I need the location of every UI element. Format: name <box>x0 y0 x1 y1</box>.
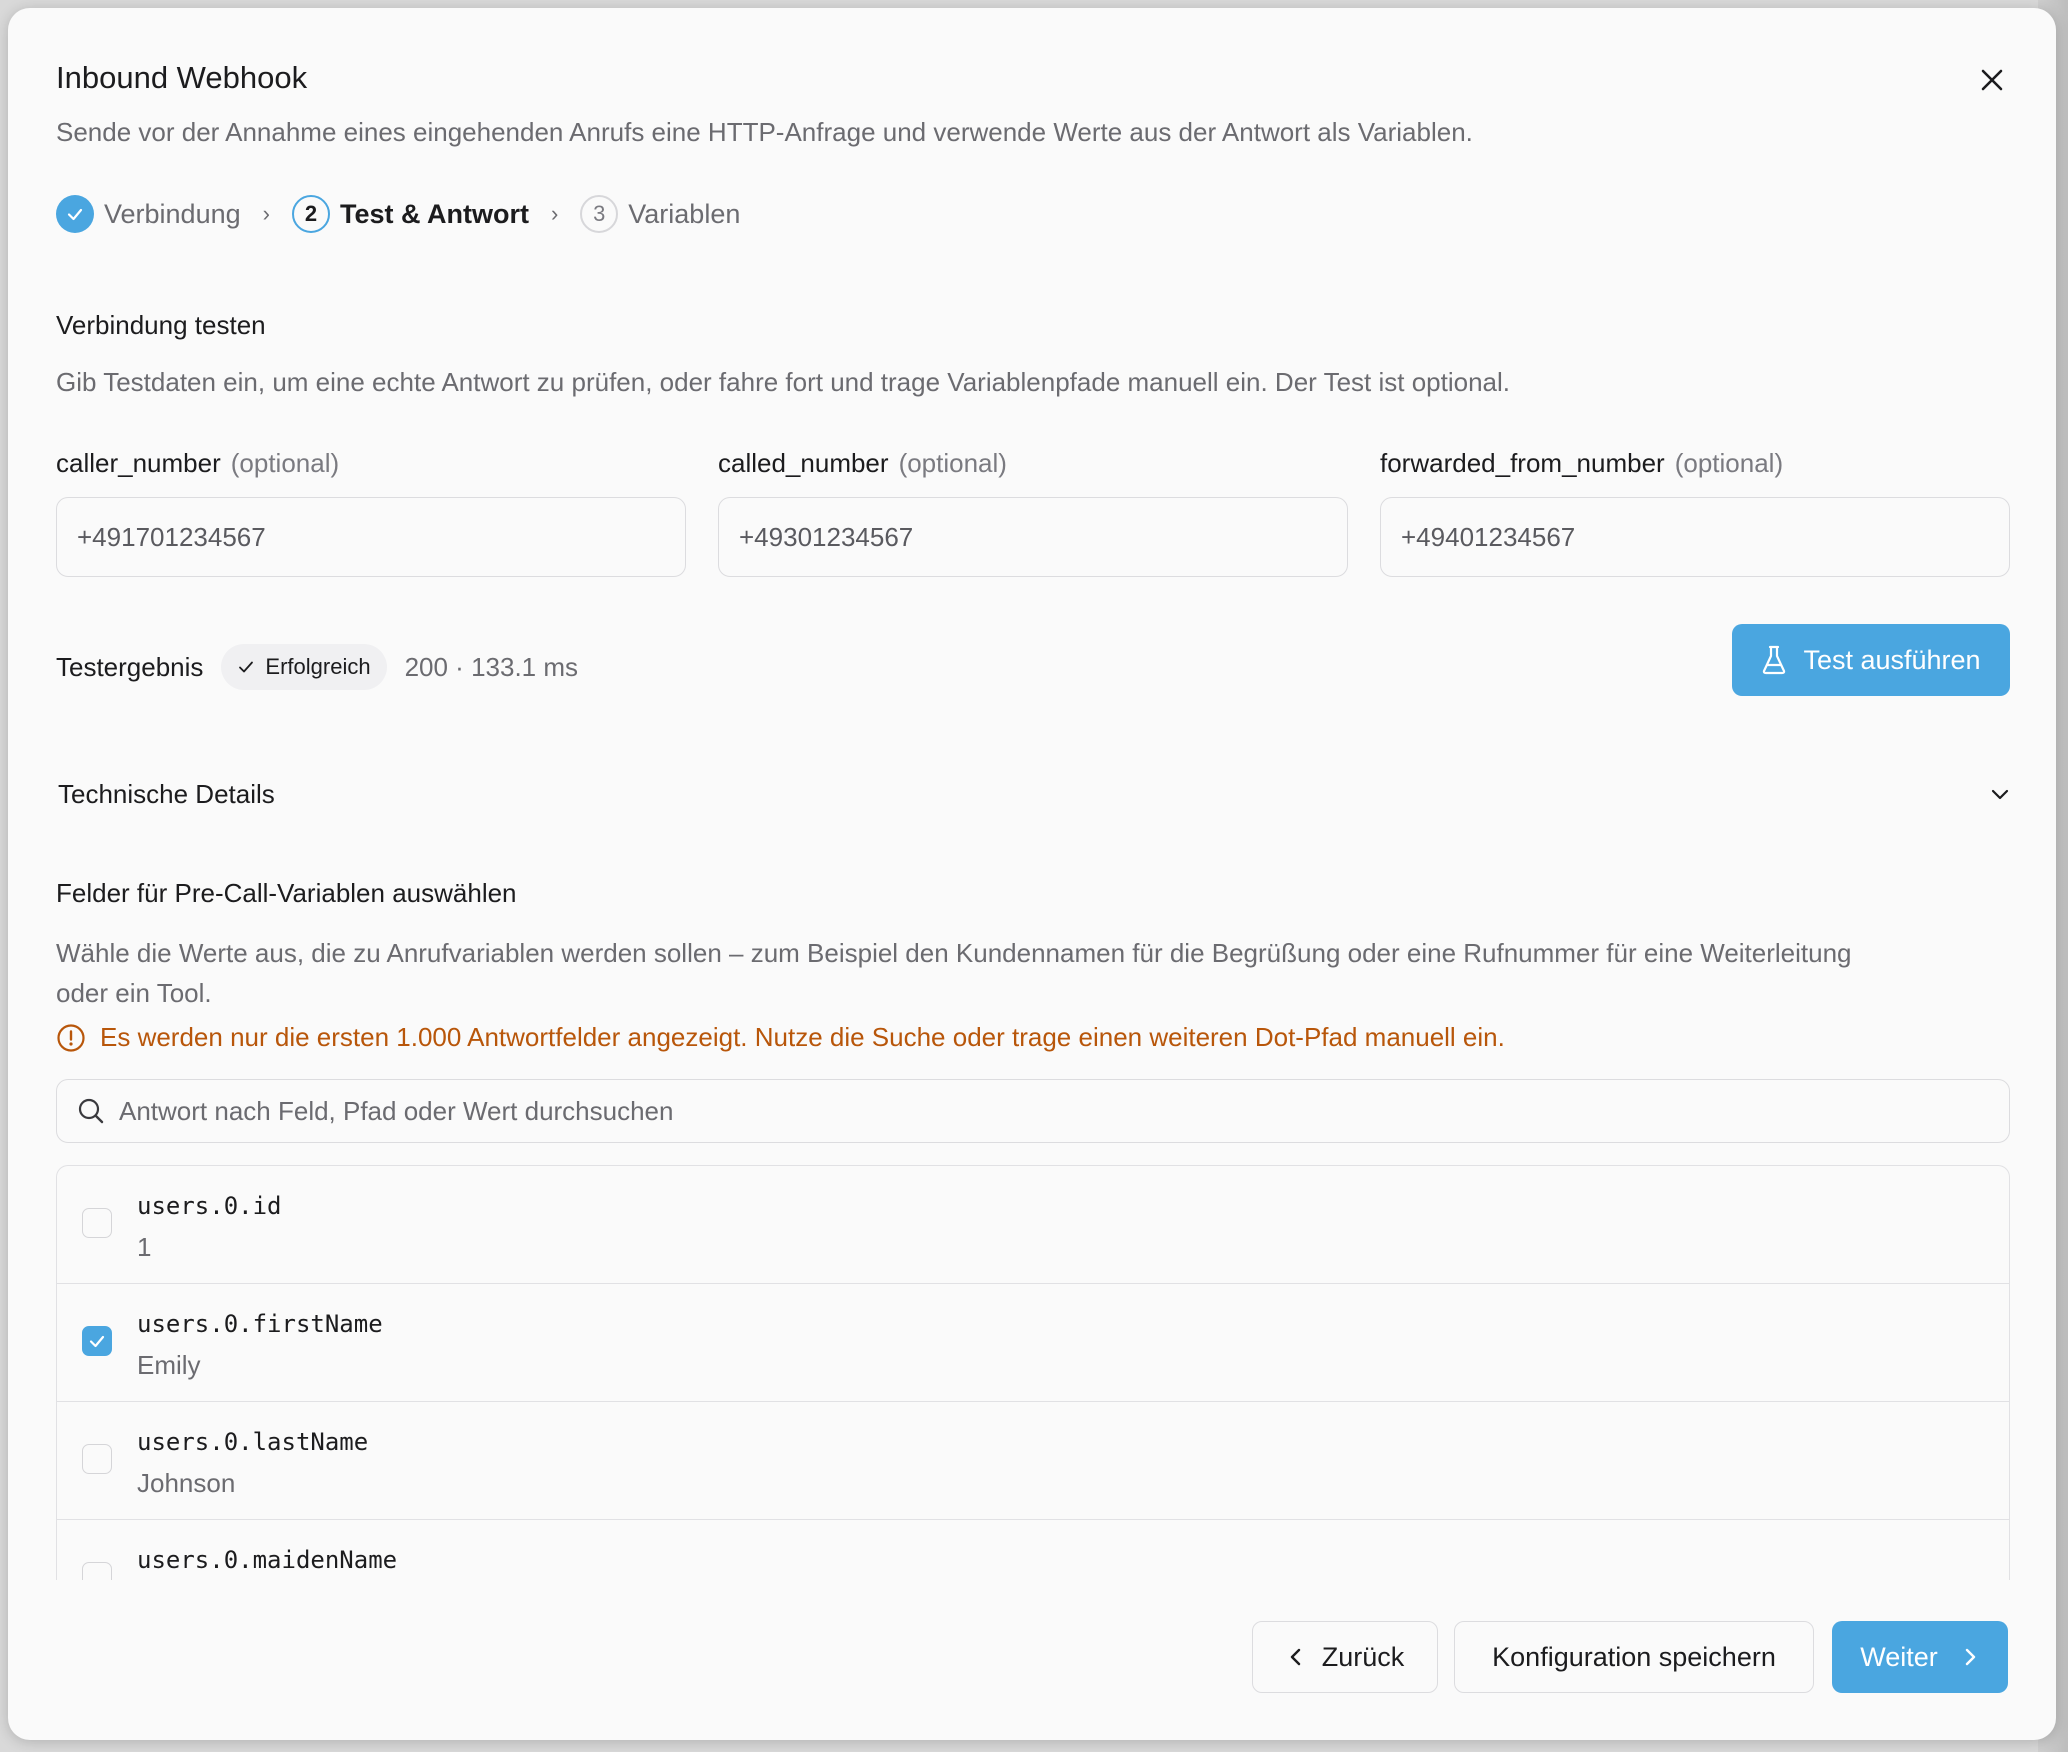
test-result-meta: 200 · 133.1 ms <box>404 651 579 682</box>
field-limit-warning: Es werden nur die ersten 1.000 Antwortfe… <box>56 1022 1505 1053</box>
field-path: users.0.id <box>137 1192 282 1220</box>
step-number: 2 <box>291 195 330 233</box>
flask-icon <box>1763 645 1786 675</box>
forwarded-from-number-input[interactable] <box>1380 497 2010 577</box>
caller-number-input[interactable] <box>56 497 686 577</box>
stepper: Verbindung › 2 Test & Antwort › 3 Variab… <box>56 192 740 236</box>
step-done-check-icon <box>56 195 94 233</box>
webhook-dialog: Inbound Webhook Sende vor der Annahme ei… <box>8 8 2056 1740</box>
step-verbindung[interactable]: Verbindung <box>56 195 241 233</box>
list-item[interactable]: users.0.lastName Johnson <box>57 1402 2009 1520</box>
warning-text: Es werden nur die ersten 1.000 Antwortfe… <box>100 1022 1505 1052</box>
fields-section-description: Wähle die Werte aus, die zu Anrufvariabl… <box>56 933 1852 1013</box>
step-separator-icon: › <box>550 201 559 226</box>
description-line: oder ein Tool. <box>56 978 212 1008</box>
field-name: called_number <box>718 448 889 478</box>
step-number: 3 <box>580 195 619 233</box>
next-button-label: Weiter <box>1860 1641 1938 1672</box>
step-label: Verbindung <box>104 198 241 229</box>
close-button[interactable] <box>1974 62 2010 98</box>
list-item[interactable]: users.0.firstName Emily <box>57 1284 2009 1402</box>
field-value: Johnson <box>137 1468 236 1498</box>
status-badge-label: Erfolgreich <box>265 654 371 679</box>
search-input[interactable] <box>117 1094 2009 1128</box>
test-section-title: Verbindung testen <box>56 310 266 340</box>
list-item[interactable]: users.0.maidenName <box>57 1520 2009 1580</box>
field-name: forwarded_from_number <box>1380 448 1665 478</box>
called-number-input[interactable] <box>718 497 1348 577</box>
optional-hint: (optional) <box>230 448 340 478</box>
test-section-description: Gib Testdaten ein, um eine echte Antwort… <box>56 367 1510 397</box>
step-label: Variablen <box>628 198 741 229</box>
alert-circle-icon <box>57 1023 85 1052</box>
caller-number-label: caller_number (optional) <box>56 448 339 479</box>
checkbox-check-icon <box>89 1335 105 1348</box>
optional-hint: (optional) <box>1674 448 1784 478</box>
step-test-antwort[interactable]: 2 Test & Antwort <box>291 195 529 233</box>
step-separator-icon: › <box>262 201 270 226</box>
next-button[interactable]: Weiter <box>1832 1621 2008 1693</box>
field-checkbox[interactable] <box>82 1326 112 1356</box>
close-icon <box>1981 69 2003 91</box>
response-search <box>56 1079 2010 1143</box>
chevron-left-icon <box>1290 1648 1300 1666</box>
run-test-button[interactable]: Test ausführen <box>1732 624 2010 696</box>
forwarded-from-number-label: forwarded_from_number (optional) <box>1380 448 1783 479</box>
dialog-title: Inbound Webhook <box>56 60 308 95</box>
chevron-down-icon <box>1991 789 2009 800</box>
chevron-right-icon <box>1965 1648 1975 1666</box>
save-button-label: Konfiguration speichern <box>1492 1641 1776 1672</box>
step-variablen[interactable]: 3 Variablen <box>580 195 740 233</box>
response-fields-list: users.0.id 1 users.0.firstName Emily use… <box>56 1165 2010 1580</box>
step-label: Test & Antwort <box>339 198 529 229</box>
field-checkbox[interactable] <box>82 1444 112 1474</box>
test-result-label: Testergebnis <box>56 651 204 682</box>
field-checkbox[interactable] <box>82 1562 112 1580</box>
check-icon <box>239 661 254 673</box>
back-button[interactable]: Zurück <box>1252 1621 1438 1693</box>
description-line: Wähle die Werte aus, die zu Anrufvariabl… <box>56 938 1852 968</box>
called-number-label: called_number (optional) <box>718 448 1007 479</box>
optional-hint: (optional) <box>898 448 1007 478</box>
field-path: users.0.firstName <box>137 1310 383 1338</box>
status-badge: Erfolgreich <box>221 644 387 690</box>
technical-details-toggle[interactable]: Technische Details <box>58 764 2012 824</box>
field-checkbox[interactable] <box>82 1208 112 1238</box>
save-configuration-button[interactable]: Konfiguration speichern <box>1454 1621 1814 1693</box>
run-test-label: Test ausführen <box>1803 644 1981 675</box>
test-result-row: Testergebnis Erfolgreich 200 · 133.1 ms <box>56 642 578 692</box>
field-value: 1 <box>137 1232 152 1262</box>
back-button-label: Zurück <box>1321 1641 1405 1672</box>
field-name: caller_number <box>56 448 221 478</box>
field-path: users.0.lastName <box>137 1428 369 1456</box>
field-value: Emily <box>137 1350 201 1380</box>
fields-section-title: Felder für Pre-Call-Variablen auswählen <box>56 878 517 908</box>
dialog-subtitle: Sende vor der Annahme eines eingehenden … <box>56 117 1473 147</box>
list-item[interactable]: users.0.id 1 <box>57 1166 2009 1284</box>
field-path: users.0.maidenName <box>137 1546 398 1574</box>
technical-details-label: Technische Details <box>58 778 275 809</box>
search-icon <box>78 1098 104 1124</box>
